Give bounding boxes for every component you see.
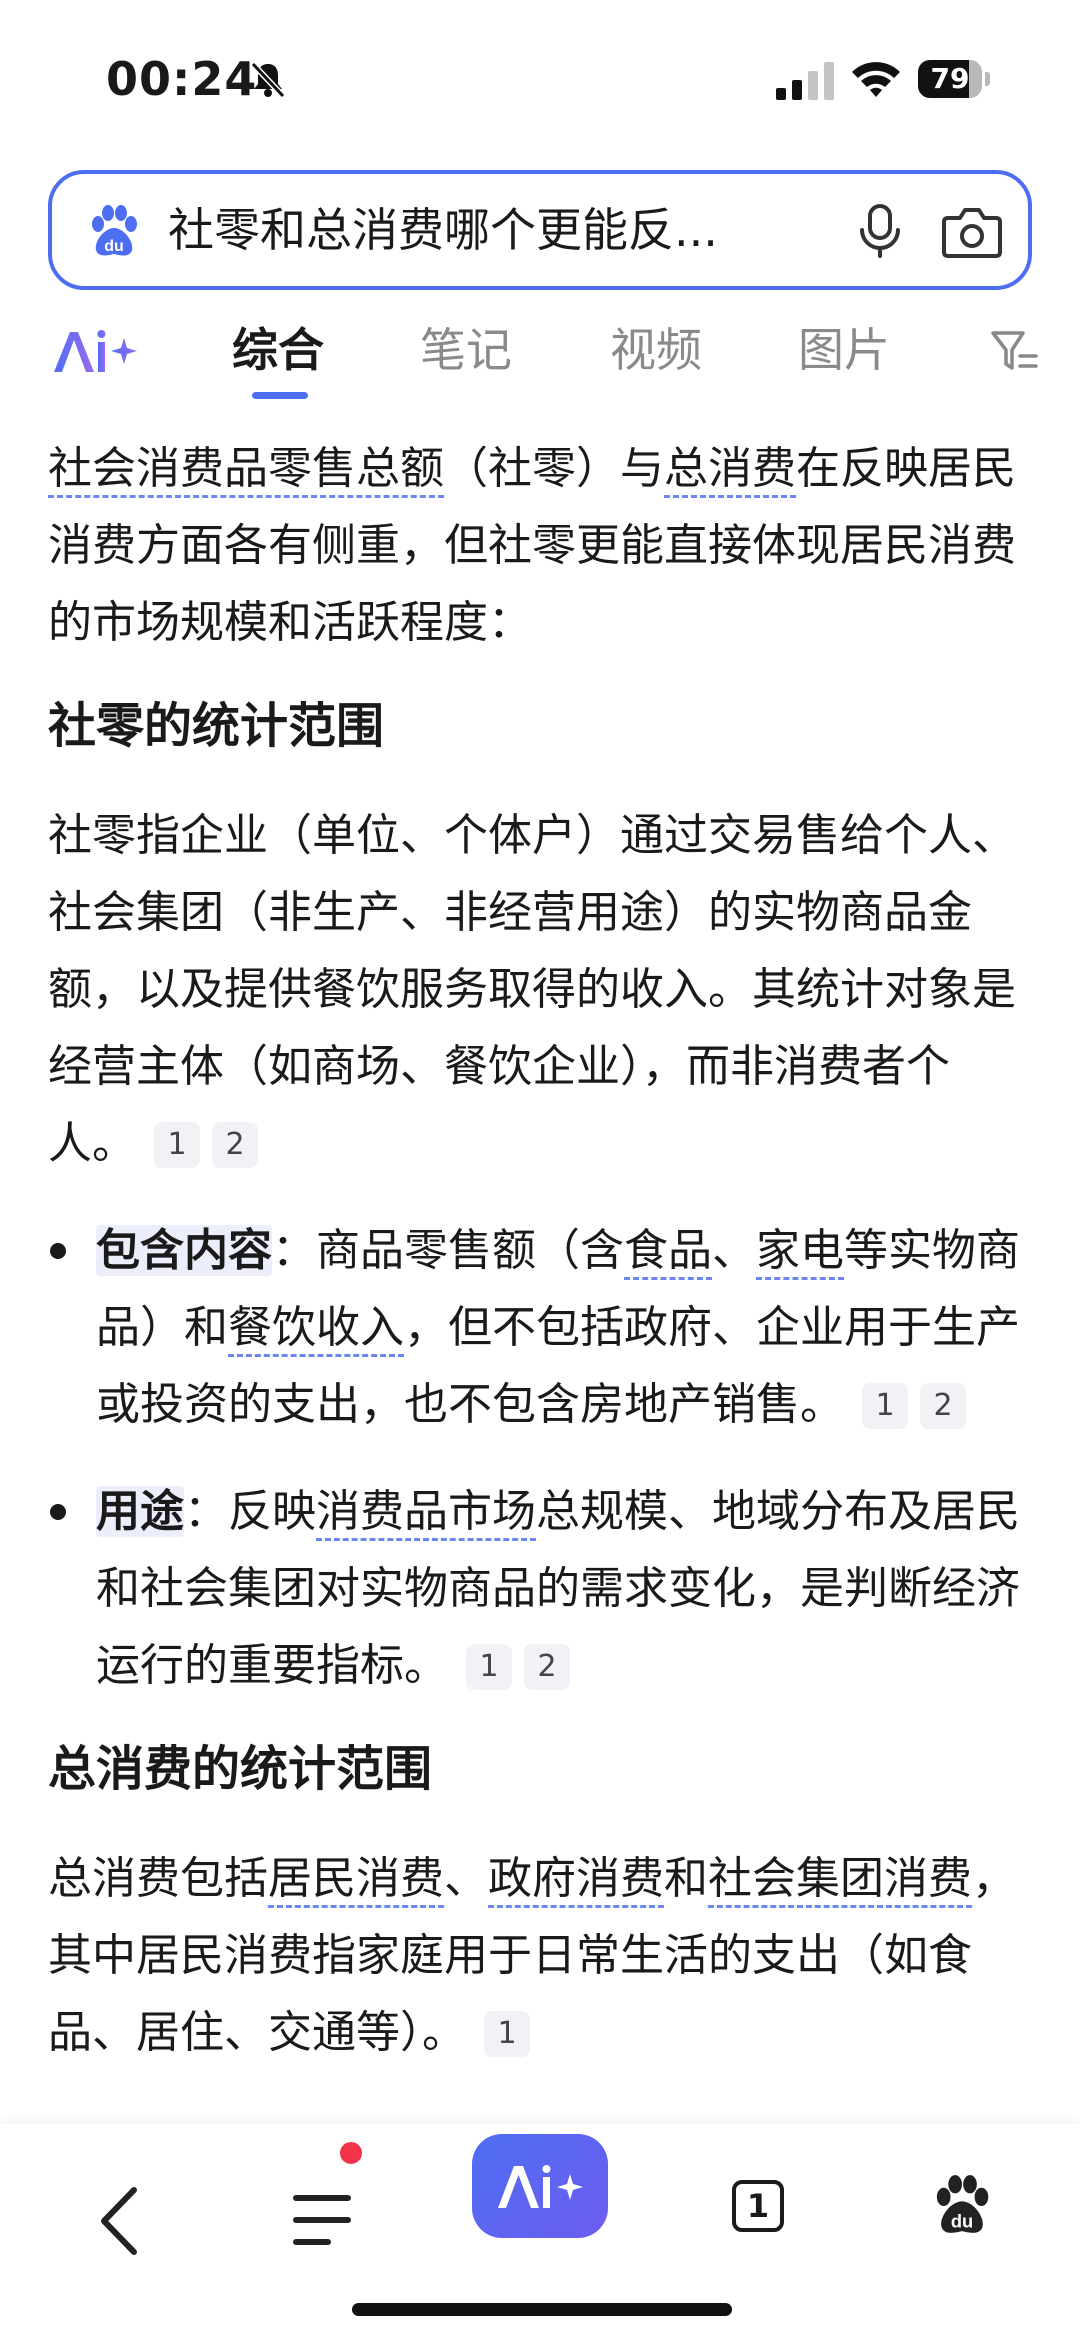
link-appliances[interactable]: 家电 [756,1225,844,1280]
tab-video[interactable]: 视频 [610,318,702,382]
wifi-icon [852,62,900,97]
link-household-consumption[interactable]: 居民消费 [268,1853,444,1908]
ai-assistant-button[interactable] [472,2134,608,2238]
tabs-count-button[interactable]: 1 [732,2180,784,2232]
battery-indicator: 79 [918,60,990,98]
citation-badge[interactable]: 2 [524,1644,570,1690]
link-retail-sales[interactable]: 社会消费品零售总额 [48,443,444,498]
ai-assistant-icon[interactable] [52,326,138,376]
search-box[interactable]: du 社零和总消费哪个更能反... [48,170,1032,290]
tab-notes[interactable]: 笔记 [420,318,512,382]
back-arrow-icon[interactable] [92,2184,148,2258]
link-total-consumption[interactable]: 总消费 [664,443,796,498]
link-government-consumption[interactable]: 政府消费 [488,1853,664,1908]
citation-badge[interactable]: 1 [154,1122,200,1168]
bullet-label: 用途 [96,1486,184,1537]
svg-text:du: du [951,2211,973,2232]
tab-images[interactable]: 图片 [798,318,890,382]
link-catering-revenue[interactable]: 餐饮收入 [228,1302,404,1357]
filter-icon[interactable] [990,328,1038,374]
baidu-paw-icon: du [92,205,137,256]
search-input[interactable]: 社零和总消费哪个更能反... [168,174,788,286]
link-food[interactable]: 食品 [624,1225,712,1280]
citation-badge[interactable]: 2 [920,1383,966,1429]
section-heading-retail-scope: 社零的统计范围 [48,698,385,754]
citation-badge[interactable]: 1 [466,1644,512,1690]
answer-content: 社会消费品零售总额（社零）与总消费在反映居民消费方面各有侧重，但社零更能直接体现… [48,430,1032,2101]
link-consumer-goods-market[interactable]: 消费品市场 [316,1486,536,1541]
active-tab-indicator [252,392,308,399]
home-indicator [352,2303,732,2316]
battery-percent: 79 [930,62,970,95]
bullet-purpose: 用途：反映消费品市场总规模、地域分布及居民和社会集团对实物商品的需求变化，是判断… [48,1473,1032,1704]
microphone-icon[interactable] [852,202,908,260]
status-bar: 00:24 79 [0,0,1080,150]
retail-scope-paragraph: 社零指企业（单位、个体户）通过交易售给个人、社会集团（非生产、非经营用途）的实物… [48,810,1016,1169]
camera-icon[interactable] [940,204,1004,260]
section-heading-total-consumption-scope: 总消费的统计范围 [48,1741,433,1797]
bullet-label: 包含内容 [96,1225,272,1276]
bullet-included-content: 包含内容：商品零售额（含食品、家电等实物商品）和餐饮收入，但不包括政府、企业用于… [48,1212,1032,1443]
citation-badge[interactable]: 1 [484,2011,530,2057]
search-tabs: 综合 笔记 视频 图片 [0,300,1080,410]
ai-assistant-icon [498,2165,583,2208]
tab-comprehensive[interactable]: 综合 [232,318,324,382]
svg-text:du: du [104,238,124,255]
notification-dot [340,2142,362,2164]
total-consumption-paragraph: 总消费包括居民消费、政府消费和社会集团消费，其中居民消费指家庭用于日常生活的支出… [48,1853,1016,2058]
cellular-signal-icon [776,62,834,100]
bell-muted-icon [250,61,286,99]
menu-icon[interactable] [290,2184,366,2254]
intro-paragraph: 社会消费品零售总额（社零）与总消费在反映居民消费方面各有侧重，但社零更能直接体现… [48,443,1016,648]
citation-badge[interactable]: 1 [862,1383,908,1429]
link-social-group-consumption[interactable]: 社会集团消费 [708,1853,972,1908]
status-time: 00:24 [106,52,258,106]
citation-badge[interactable]: 2 [212,1122,258,1168]
baidu-home-icon[interactable]: du [930,2174,994,2238]
